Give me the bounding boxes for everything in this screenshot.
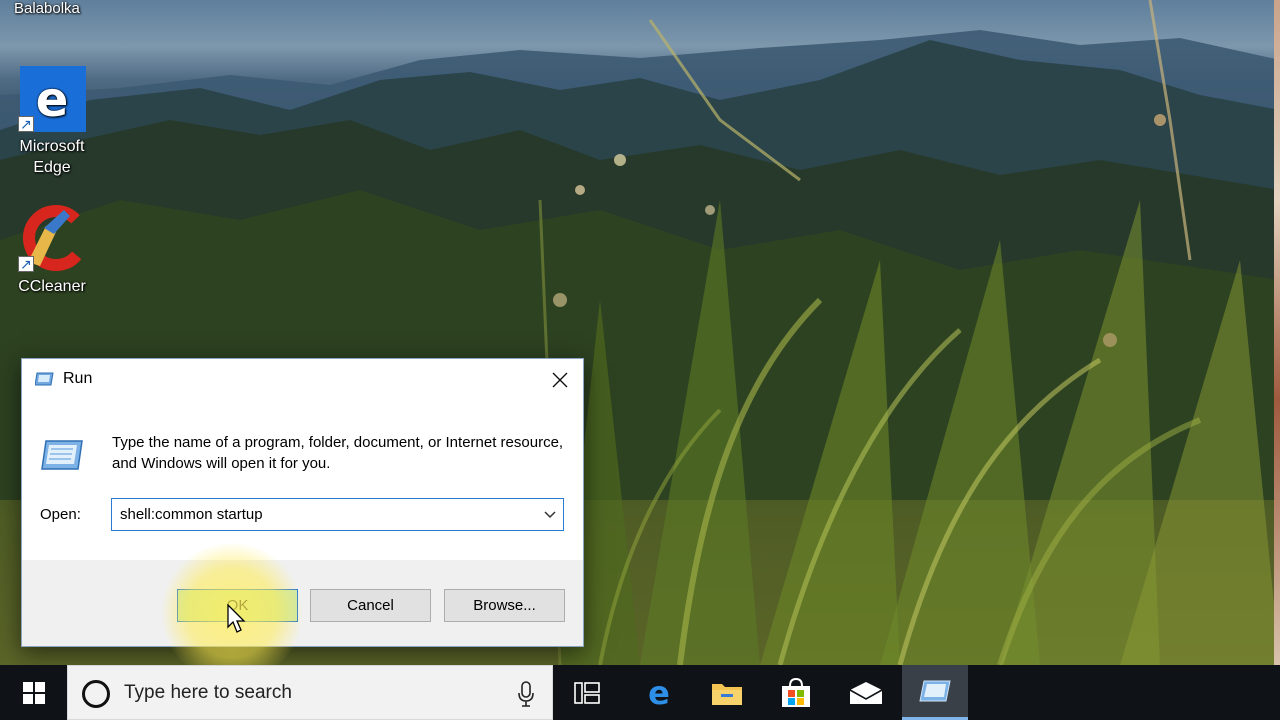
chevron-down-icon	[544, 510, 556, 518]
close-button[interactable]	[537, 359, 583, 400]
taskbar-store-button[interactable]	[763, 665, 829, 720]
dialog-title: Run	[63, 370, 93, 387]
cortana-icon	[82, 680, 110, 708]
run-icon	[34, 371, 55, 387]
open-input[interactable]: shell:common startup	[120, 506, 263, 523]
dialog-description: Type the name of a program, folder, docu…	[112, 434, 564, 472]
close-icon	[552, 372, 568, 387]
task-view-button[interactable]	[554, 665, 620, 720]
svg-text:e: e	[36, 72, 69, 128]
mail-icon	[849, 681, 883, 704]
dropdown-button[interactable]	[537, 499, 563, 530]
taskbar-mail-button[interactable]	[833, 665, 899, 720]
task-view-icon	[574, 681, 600, 704]
open-combobox[interactable]: shell:common startup	[111, 498, 564, 531]
balabolka-icon-label[interactable]: Balabolka	[14, 0, 80, 17]
browse-button[interactable]: Browse...	[444, 589, 565, 622]
run-icon	[919, 680, 951, 702]
taskbar-search-box[interactable]: Type here to search	[67, 665, 553, 720]
mouse-cursor-icon	[227, 604, 246, 633]
svg-text:e: e	[648, 678, 670, 708]
desktop-icon-ccleaner[interactable]: CCleaner	[14, 204, 90, 297]
shortcut-arrow-icon	[18, 254, 34, 275]
ccleaner-icon	[18, 204, 89, 275]
store-icon	[782, 677, 810, 707]
taskbar-run-button[interactable]	[902, 665, 968, 720]
open-label: Open:	[40, 506, 81, 523]
run-dialog-titlebar[interactable]: Run	[22, 359, 583, 400]
shortcut-arrow-icon	[18, 114, 34, 135]
taskbar: Type here to search e	[0, 665, 1280, 720]
search-placeholder: Type here to search	[124, 682, 292, 703]
taskbar-file-explorer-button[interactable]	[694, 665, 760, 720]
windows-logo-icon	[22, 681, 45, 704]
start-button[interactable]	[0, 665, 67, 720]
desktop-icon-label: Microsoft	[19, 138, 85, 155]
dialog-button-bar: OK Cancel Browse...	[22, 560, 583, 646]
edge-icon: e	[18, 64, 86, 135]
desktop-icon-microsoft-edge[interactable]: e Microsoft Edge	[14, 64, 90, 178]
file-explorer-icon	[712, 683, 742, 705]
cancel-button[interactable]: Cancel	[310, 589, 431, 622]
screen-edge-strip	[1274, 0, 1280, 665]
desktop-icon-label: Edge	[33, 159, 71, 176]
microphone-icon[interactable]	[518, 681, 534, 707]
desktop-icon-label: CCleaner	[18, 278, 86, 295]
run-dialog-content: Type the name of a program, folder, docu…	[22, 400, 583, 560]
taskbar-edge-button[interactable]: e	[626, 665, 692, 720]
edge-icon: e	[648, 678, 670, 708]
run-program-icon	[40, 438, 84, 472]
run-dialog: Run Type the name of a program, folder, …	[21, 358, 584, 647]
